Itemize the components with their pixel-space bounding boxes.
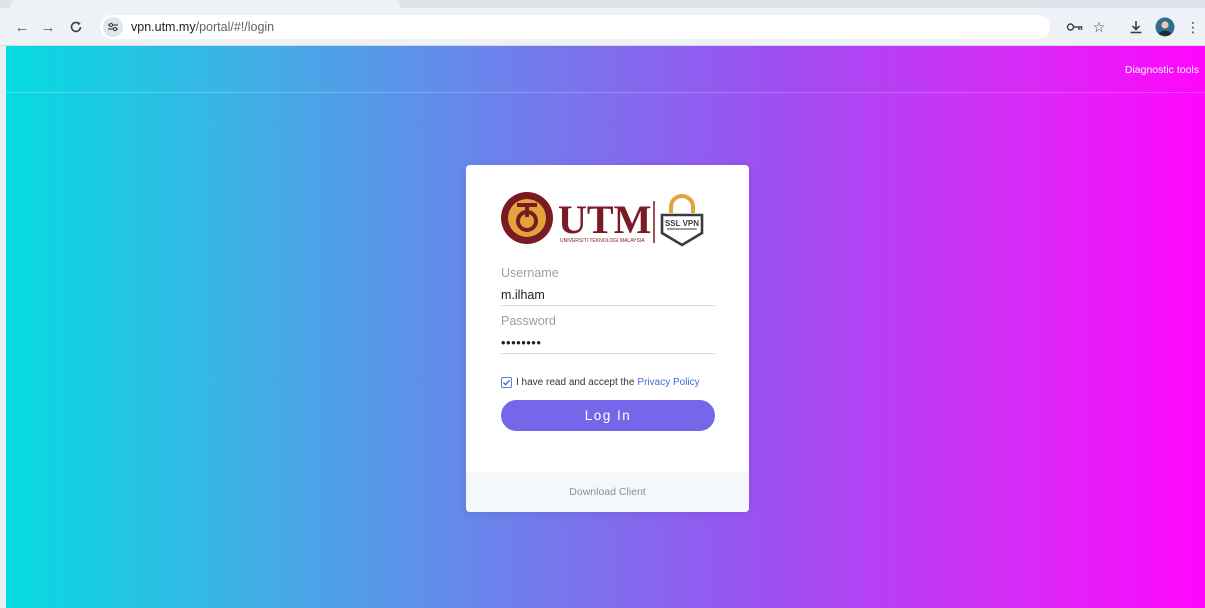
login-card: UTM UNIVERSITI TEKNOLOGI MALAYSIA SSL VP…: [466, 165, 749, 512]
address-bar[interactable]: vpn.utm.my/portal/#!/login: [100, 15, 1050, 39]
privacy-policy-link[interactable]: Privacy Policy: [637, 377, 699, 388]
password-input[interactable]: ••••••••: [501, 332, 715, 354]
active-tab[interactable]: [10, 0, 400, 8]
browser-toolbar: ← → vpn.utm.my/portal/#!/login ☆ ⋮: [0, 8, 1205, 46]
menu-kebab-icon[interactable]: ⋮: [1180, 8, 1205, 46]
back-icon[interactable]: ←: [8, 8, 36, 46]
url-host: vpn.utm.my: [131, 20, 196, 34]
bookmark-star-icon[interactable]: ☆: [1086, 8, 1112, 46]
password-label: Password: [501, 314, 556, 328]
username-field: Username m.ilham: [501, 266, 715, 306]
url-text[interactable]: vpn.utm.my/portal/#!/login: [131, 20, 274, 34]
password-key-icon[interactable]: [1062, 8, 1088, 46]
logo-text: UTM: [558, 197, 651, 242]
privacy-policy-row: I have read and accept the Privacy Polic…: [501, 375, 700, 389]
vpn-portal-page: Diagnostic tools UTM UNIVERSITI TEKNOLOG…: [6, 46, 1205, 608]
forward-icon[interactable]: →: [34, 8, 62, 46]
url-path: /portal/#!/login: [195, 20, 275, 34]
login-button[interactable]: Log In: [501, 400, 715, 431]
browser-chrome: ← → vpn.utm.my/portal/#!/login ☆ ⋮: [0, 0, 1205, 46]
privacy-policy-text: I have read and accept the: [516, 376, 635, 388]
password-field: Password ••••••••: [501, 314, 715, 354]
reload-icon[interactable]: [62, 8, 90, 46]
check-icon: [503, 379, 511, 386]
site-info-icon[interactable]: [103, 17, 123, 37]
utm-sslvpn-logo: UTM UNIVERSITI TEKNOLOGI MALAYSIA SSL VP…: [501, 192, 704, 247]
profile-avatar-icon[interactable]: [1152, 8, 1178, 46]
diagnostic-tools-link[interactable]: Diagnostic tools: [1125, 64, 1199, 76]
card-footer: Download Client: [466, 472, 749, 512]
privacy-policy-checkbox[interactable]: [501, 376, 512, 388]
username-label: Username: [501, 266, 559, 280]
download-icon[interactable]: [1123, 8, 1149, 46]
tab-strip: [0, 0, 1205, 8]
logo-subtext: UNIVERSITI TEKNOLOGI MALAYSIA: [560, 238, 645, 244]
username-input[interactable]: m.ilham: [501, 284, 715, 306]
download-client-link[interactable]: Download Client: [569, 486, 645, 498]
ssl-vpn-badge-text: SSL VPN: [665, 219, 699, 228]
portal-topbar: Diagnostic tools: [6, 46, 1205, 93]
